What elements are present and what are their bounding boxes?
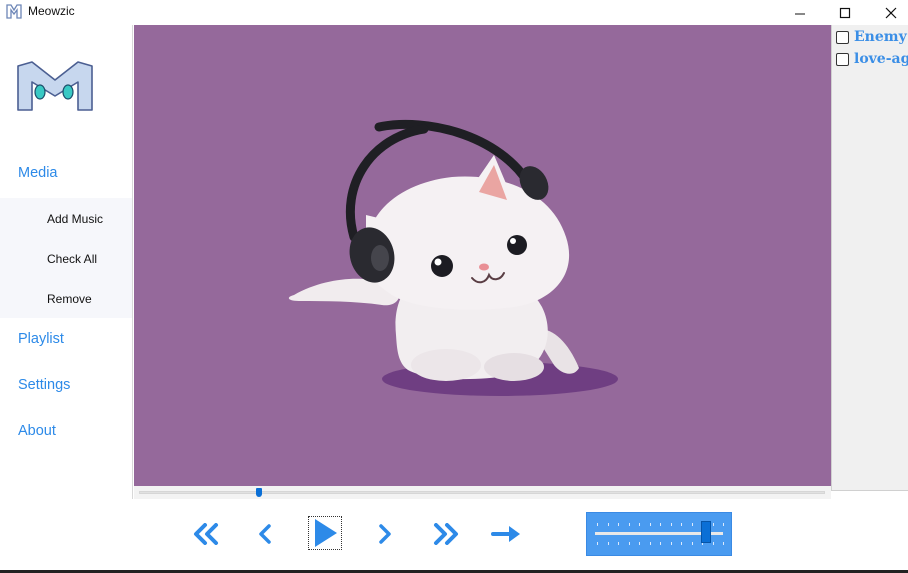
next-button[interactable] xyxy=(374,519,396,549)
volume-tick xyxy=(618,542,619,545)
volume-tick xyxy=(691,523,693,526)
sidebar: Media Add Music Check All Remove Playlis… xyxy=(0,25,133,499)
title-bar: Meowzic xyxy=(0,0,908,25)
volume-tick xyxy=(712,542,714,545)
seek-bar[interactable] xyxy=(134,486,831,499)
maximize-icon xyxy=(839,7,851,18)
minimize-icon xyxy=(795,13,805,14)
maximize-button[interactable] xyxy=(822,0,868,25)
volume-tick xyxy=(618,523,619,526)
seek-thumb[interactable] xyxy=(256,488,263,497)
volume-tick xyxy=(681,542,682,545)
volume-thumb[interactable] xyxy=(701,521,712,543)
sidebar-item-media[interactable]: Media xyxy=(18,165,58,181)
volume-tick xyxy=(607,542,609,545)
player-controls xyxy=(0,499,908,573)
loop-button[interactable] xyxy=(490,519,522,549)
next-icon xyxy=(379,524,391,544)
app-logo-icon xyxy=(6,4,22,19)
volume-tick xyxy=(628,542,630,545)
previous-icon xyxy=(259,524,271,544)
sidebar-item-about[interactable]: About xyxy=(18,423,56,439)
playlist-item-label[interactable]: Enemy xyxy=(854,29,907,45)
window-title: Meowzic xyxy=(28,4,75,18)
sidebar-item-settings[interactable]: Settings xyxy=(18,377,70,393)
volume-tick xyxy=(723,542,724,545)
media-submenu: Add Music Check All Remove xyxy=(0,198,132,318)
volume-tick xyxy=(712,523,714,526)
volume-tick xyxy=(691,542,693,545)
minimize-button[interactable] xyxy=(777,0,823,25)
playlist-item[interactable]: Enemy xyxy=(836,28,907,46)
playlist-item[interactable]: love-again xyxy=(836,50,908,68)
playlist-item-checkbox[interactable] xyxy=(836,52,849,66)
video-display[interactable] xyxy=(134,25,831,486)
meowzic-logo xyxy=(17,61,93,111)
remove-button[interactable]: Remove xyxy=(47,292,92,306)
play-icon xyxy=(315,519,337,547)
volume-tick xyxy=(597,523,598,526)
volume-tick xyxy=(681,523,682,526)
volume-tick xyxy=(639,542,640,545)
volume-tick xyxy=(607,523,609,526)
close-button[interactable] xyxy=(868,0,908,25)
rewind-fast-icon xyxy=(194,523,218,545)
fast-forward-icon xyxy=(434,523,458,545)
sidebar-item-playlist[interactable]: Playlist xyxy=(18,331,64,347)
playlist-panel: Enemy love-again xyxy=(831,25,908,491)
volume-tick xyxy=(628,523,630,526)
close-icon xyxy=(885,7,897,18)
add-music-button[interactable]: Add Music xyxy=(47,212,103,226)
rewind-fast-button[interactable] xyxy=(190,519,222,549)
cat-headphones-artwork xyxy=(288,119,618,396)
previous-button[interactable] xyxy=(254,519,276,549)
volume-tick xyxy=(660,542,661,545)
loop-arrow-icon xyxy=(491,526,520,542)
fast-forward-button[interactable] xyxy=(430,519,462,549)
playlist-item-checkbox[interactable] xyxy=(836,30,849,44)
check-all-button[interactable]: Check All xyxy=(47,252,97,266)
volume-tick xyxy=(723,523,724,526)
volume-tick xyxy=(639,523,640,526)
volume-tick xyxy=(649,542,651,545)
volume-tick xyxy=(660,523,661,526)
volume-tick xyxy=(670,542,672,545)
volume-tick xyxy=(649,523,651,526)
seek-track[interactable] xyxy=(139,491,825,494)
play-button[interactable] xyxy=(308,516,342,550)
volume-tick xyxy=(597,542,598,545)
volume-slider[interactable] xyxy=(586,512,732,556)
volume-tick xyxy=(670,523,672,526)
playlist-item-label[interactable]: love-again xyxy=(854,51,908,67)
